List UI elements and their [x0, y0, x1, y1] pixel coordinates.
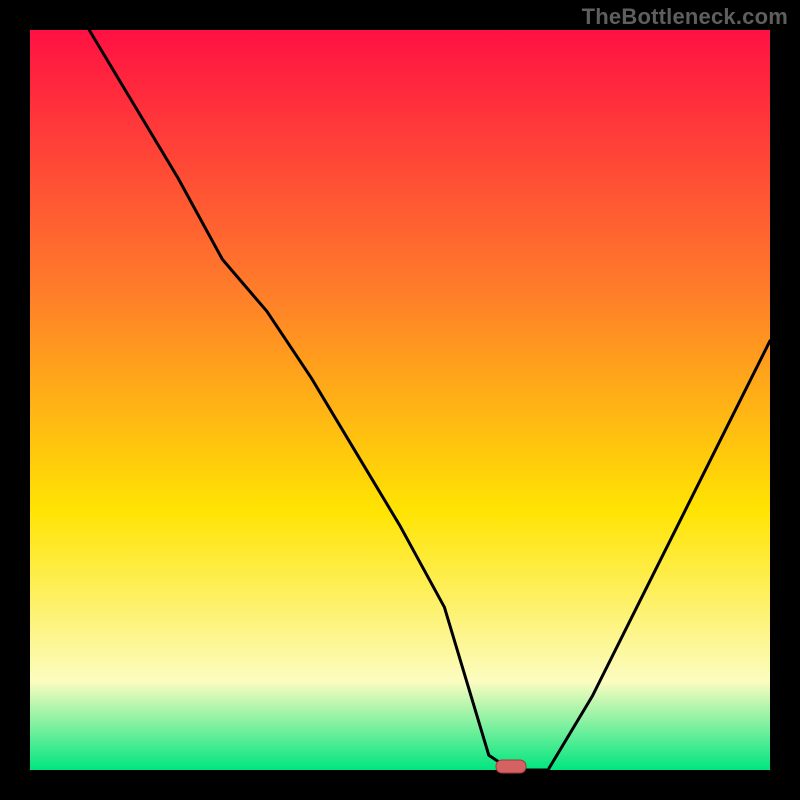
minimum-marker: [496, 760, 526, 773]
watermark-text: TheBottleneck.com: [582, 4, 788, 30]
plot-background: [30, 30, 770, 770]
chart-svg: [0, 0, 800, 800]
bottleneck-chart: TheBottleneck.com: [0, 0, 800, 800]
